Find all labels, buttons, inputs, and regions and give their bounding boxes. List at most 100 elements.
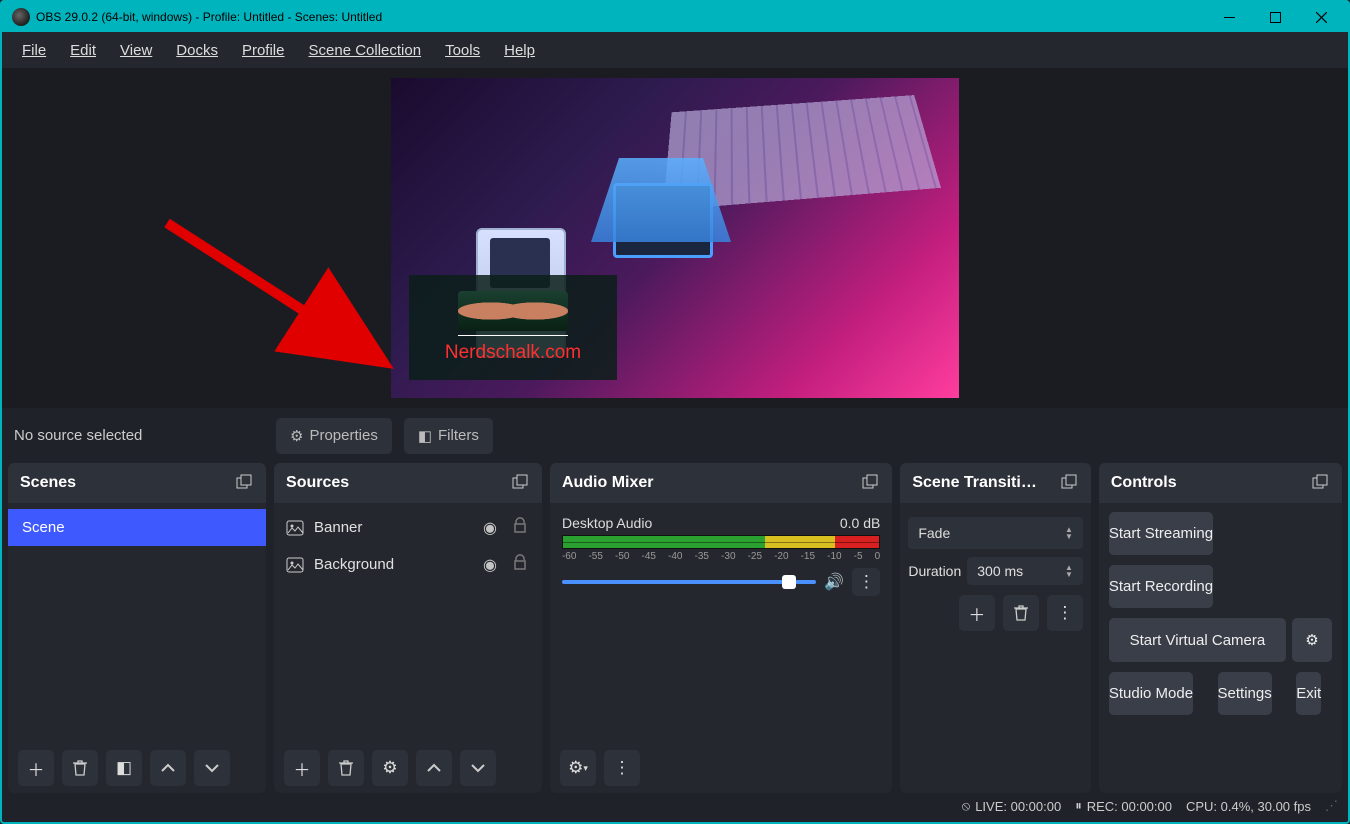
banner-divider	[458, 335, 568, 336]
maximize-button[interactable]	[1252, 2, 1298, 32]
move-source-up-button[interactable]	[416, 750, 452, 786]
sources-list: Banner ◉ Background ◉	[274, 503, 542, 743]
remove-scene-button[interactable]	[62, 750, 98, 786]
transitions-header[interactable]: Scene Transiti…	[900, 463, 1091, 503]
popout-icon[interactable]	[862, 474, 880, 492]
move-scene-down-button[interactable]	[194, 750, 230, 786]
source-item[interactable]: Banner ◉	[274, 509, 542, 546]
visibility-toggle[interactable]: ◉	[480, 555, 500, 575]
start-streaming-button[interactable]: Start Streaming	[1109, 512, 1213, 555]
preview-canvas[interactable]: Nerdschalk.com	[391, 78, 959, 398]
source-toolbar: No source selected ⚙ Properties ◧ Filter…	[2, 408, 1348, 463]
menu-help[interactable]: Help	[492, 36, 547, 65]
virtual-camera-settings-button[interactable]: ⚙	[1292, 618, 1332, 662]
resize-grip-icon[interactable]: ⋰	[1325, 798, 1338, 814]
obs-logo-icon	[12, 8, 30, 26]
scenes-list: Scene	[8, 503, 266, 743]
lock-toggle[interactable]	[510, 554, 530, 575]
popout-icon[interactable]	[1312, 474, 1330, 492]
dock-panels: Scenes Scene ＋ ◧ Sources Banner ◉	[2, 463, 1348, 793]
banner-overlay[interactable]: Nerdschalk.com	[409, 275, 617, 380]
add-transition-button[interactable]: ＋	[959, 595, 995, 631]
controls-body: Start Streaming Start Recording Start Vi…	[1099, 503, 1342, 793]
move-scene-up-button[interactable]	[150, 750, 186, 786]
menu-view[interactable]: View	[108, 36, 164, 65]
move-source-down-button[interactable]	[460, 750, 496, 786]
status-bar: ⦸ LIVE: 00:00:00 ⏸ REC: 00:00:00 CPU: 0.…	[2, 793, 1348, 819]
popout-icon[interactable]	[236, 474, 254, 492]
channel-name: Desktop Audio	[562, 515, 652, 531]
transition-select[interactable]: Fade ▲▼	[908, 517, 1083, 549]
visibility-toggle[interactable]: ◉	[480, 518, 500, 538]
titlebar: OBS 29.0.2 (64-bit, windows) - Profile: …	[2, 2, 1348, 32]
add-scene-button[interactable]: ＋	[18, 750, 54, 786]
menu-docks[interactable]: Docks	[164, 36, 230, 65]
window-title: OBS 29.0.2 (64-bit, windows) - Profile: …	[36, 10, 1206, 24]
transitions-body: Fade ▲▼ Duration 300 ms ▲▼ ＋ ⋮	[900, 503, 1091, 793]
sources-footer: ＋ ⚙	[274, 743, 542, 793]
properties-button[interactable]: ⚙ Properties	[276, 418, 392, 454]
transition-menu-button[interactable]: ⋮	[1047, 595, 1083, 631]
speaker-icon[interactable]: 🔊	[824, 572, 844, 592]
mixer-settings-button[interactable]: ⚙▾	[560, 750, 596, 786]
studio-mode-button[interactable]: Studio Mode	[1109, 672, 1193, 715]
menu-edit[interactable]: Edit	[58, 36, 108, 65]
scenes-footer: ＋ ◧	[8, 743, 266, 793]
audio-mixer-panel: Audio Mixer Desktop Audio 0.0 dB -60-55-…	[550, 463, 892, 793]
mixer-footer: ⚙▾ ⋮	[550, 743, 892, 793]
lock-toggle[interactable]	[510, 517, 530, 538]
audio-meter	[562, 535, 880, 549]
scene-filters-button[interactable]: ◧	[106, 750, 142, 786]
mixer-header[interactable]: Audio Mixer	[550, 463, 892, 503]
preview-retro-monitor	[613, 183, 713, 258]
channel-db: 0.0 dB	[840, 515, 880, 531]
broadcast-icon: ⦸	[962, 798, 970, 814]
volume-slider[interactable]	[562, 580, 816, 584]
popout-icon[interactable]	[1061, 474, 1079, 492]
gear-icon: ⚙	[290, 427, 303, 445]
menubar: File Edit View Docks Profile Scene Colle…	[2, 32, 1348, 68]
remove-source-button[interactable]	[328, 750, 364, 786]
status-cpu: CPU: 0.4%, 30.00 fps	[1186, 799, 1311, 814]
updown-icon[interactable]: ▲▼	[1065, 564, 1073, 578]
status-rec: ⏸ REC: 00:00:00	[1075, 798, 1172, 814]
no-source-label: No source selected	[14, 427, 264, 444]
image-source-icon	[286, 556, 304, 574]
sources-panel: Sources Banner ◉ Background ◉ ＋ ⚙	[274, 463, 542, 793]
popout-icon[interactable]	[512, 474, 530, 492]
filters-icon: ◧	[418, 427, 432, 445]
transitions-panel: Scene Transiti… Fade ▲▼ Duration 300 ms …	[900, 463, 1091, 793]
menu-tools[interactable]: Tools	[433, 36, 492, 65]
remove-transition-button[interactable]	[1003, 595, 1039, 631]
scenes-header[interactable]: Scenes	[8, 463, 266, 503]
menu-scene-collection[interactable]: Scene Collection	[297, 36, 434, 65]
close-button[interactable]	[1298, 2, 1344, 32]
start-virtual-camera-button[interactable]: Start Virtual Camera	[1109, 618, 1286, 662]
filters-button[interactable]: ◧ Filters	[404, 418, 493, 454]
scene-item[interactable]: Scene	[8, 509, 266, 546]
pause-icon: ⏸	[1075, 798, 1082, 814]
mixer-channel: Desktop Audio 0.0 dB -60-55-50-45-40-35-…	[550, 509, 892, 602]
source-item[interactable]: Background ◉	[274, 546, 542, 583]
updown-icon: ▲▼	[1065, 526, 1073, 540]
channel-menu-button[interactable]: ⋮	[852, 568, 880, 596]
duration-label: Duration	[908, 563, 961, 579]
source-settings-button[interactable]: ⚙	[372, 750, 408, 786]
menu-file[interactable]: File	[10, 36, 58, 65]
menu-profile[interactable]: Profile	[230, 36, 297, 65]
preview-area[interactable]: Nerdschalk.com	[2, 68, 1348, 408]
minimize-button[interactable]	[1206, 2, 1252, 32]
exit-button[interactable]: Exit	[1296, 672, 1321, 715]
meter-ticks: -60-55-50-45-40-35-30-25-20-15-10-50	[562, 551, 880, 562]
scenes-panel: Scenes Scene ＋ ◧	[8, 463, 266, 793]
settings-button[interactable]: Settings	[1218, 672, 1272, 715]
mixer-body: Desktop Audio 0.0 dB -60-55-50-45-40-35-…	[550, 503, 892, 743]
duration-spinner[interactable]: 300 ms ▲▼	[967, 557, 1083, 585]
status-live: ⦸ LIVE: 00:00:00	[962, 798, 1062, 814]
add-source-button[interactable]: ＋	[284, 750, 320, 786]
annotation-arrow-icon	[157, 183, 397, 383]
sources-header[interactable]: Sources	[274, 463, 542, 503]
controls-header[interactable]: Controls	[1099, 463, 1342, 503]
mixer-menu-button[interactable]: ⋮	[604, 750, 640, 786]
start-recording-button[interactable]: Start Recording	[1109, 565, 1213, 608]
